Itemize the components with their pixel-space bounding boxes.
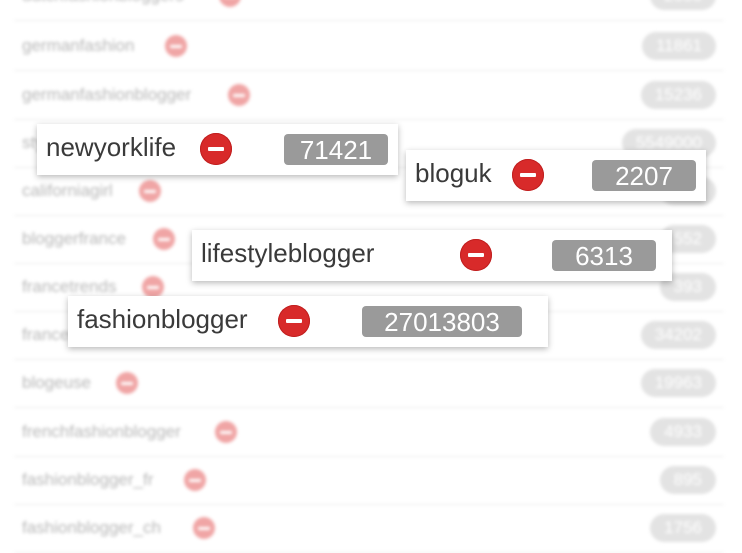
minus-circle-icon[interactable] xyxy=(116,372,138,394)
minus-circle-icon[interactable] xyxy=(512,159,544,191)
tag-count-badge: 6313 xyxy=(552,240,656,271)
minus-circle-icon[interactable] xyxy=(278,305,310,337)
tag-count-badge: 15236 xyxy=(640,81,716,109)
tag-label: fashionblogger_ch xyxy=(22,518,161,537)
tag-count-badge: 2207 xyxy=(592,160,696,191)
tag-count-badge: 2555 xyxy=(650,0,716,10)
tag-label: dutchfashionbloggers xyxy=(22,0,184,6)
tag-count-badge: 4933 xyxy=(650,418,716,446)
list-item: blogeuse 19963 xyxy=(14,359,724,408)
minus-circle-icon[interactable] xyxy=(219,0,241,7)
tag-count-badge: 19963 xyxy=(640,369,716,397)
tag-label: californiagirl xyxy=(22,181,113,200)
tag-label: francetrends xyxy=(22,277,117,296)
minus-circle-icon[interactable] xyxy=(193,517,215,539)
tag-label: fashionblogger xyxy=(77,304,248,334)
tag-label: lifestyleblogger xyxy=(201,238,375,268)
list-item: fashionblogger_ch 1756 xyxy=(14,504,724,553)
tag-count-badge: 27013803 xyxy=(362,306,522,337)
list-item: frenchfashionblogger 4933 xyxy=(14,408,724,457)
tag-label: fashionblogger_fr xyxy=(22,470,154,489)
tag-count-badge: 71421 xyxy=(284,134,388,165)
tag-card-fashionblogger: fashionblogger 27013803 xyxy=(68,296,548,347)
minus-circle-icon[interactable] xyxy=(200,133,232,165)
minus-circle-icon[interactable] xyxy=(153,228,175,250)
minus-circle-icon[interactable] xyxy=(215,421,237,443)
tag-label: newyorklife xyxy=(46,132,177,162)
minus-circle-icon[interactable] xyxy=(142,276,164,298)
minus-circle-icon[interactable] xyxy=(165,35,187,57)
minus-circle-icon[interactable] xyxy=(184,469,206,491)
tag-count-badge: 34202 xyxy=(640,321,716,349)
list-item: fashionblogger_fr 895 xyxy=(14,456,724,505)
tag-label: germanfashionblogger xyxy=(22,85,192,104)
tag-label: frenchfashionblogger xyxy=(22,422,181,441)
tag-card-newyorklife: newyorklife 71421 xyxy=(37,124,398,175)
tag-label: germanfashion xyxy=(22,36,135,55)
minus-circle-icon[interactable] xyxy=(460,239,492,271)
minus-circle-icon[interactable] xyxy=(228,84,250,106)
list-item: germanfashion 11861 xyxy=(14,22,724,71)
tag-label: bloguk xyxy=(415,158,492,188)
tag-count-badge: 1756 xyxy=(650,514,716,542)
tag-count-badge: 11861 xyxy=(641,32,716,60)
tag-card-lifestyleblogger: lifestyleblogger 6313 xyxy=(192,230,672,281)
tag-count-badge: 895 xyxy=(659,466,716,494)
tag-label: bloggerfrance xyxy=(22,229,126,248)
list-item: dutchfashionbloggers 2555 xyxy=(14,0,724,21)
tag-card-bloguk: bloguk 2207 xyxy=(406,150,706,201)
list-item: germanfashionblogger 15236 xyxy=(14,71,724,120)
minus-circle-icon[interactable] xyxy=(139,180,161,202)
tag-label: blogeuse xyxy=(22,373,92,392)
